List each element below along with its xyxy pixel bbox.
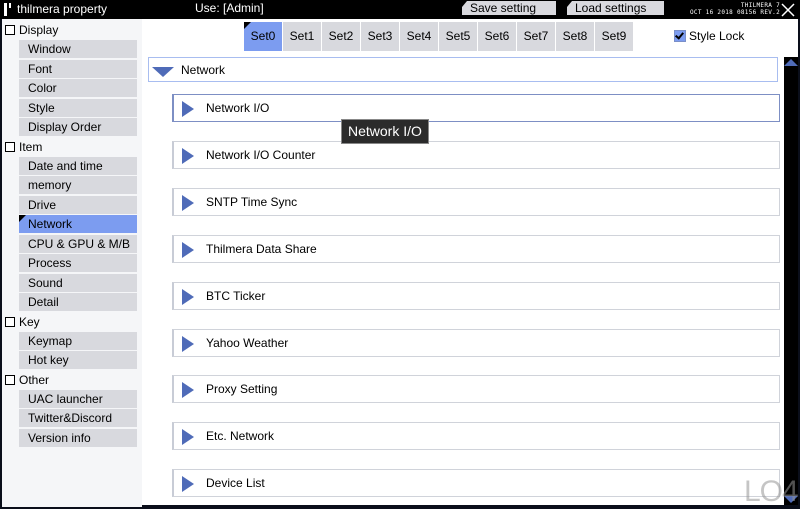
expand-triangle-right-icon — [182, 335, 194, 352]
sidebar-item-style[interactable]: Style — [19, 98, 137, 117]
expand-triangle-right-icon — [182, 382, 194, 399]
tab-set5[interactable]: Set5 — [439, 22, 477, 51]
sidebar-item-uac-launcher[interactable]: UAC launcher — [19, 389, 137, 408]
version-line-2: OCT 16 2018 08156 REV.2 — [690, 9, 780, 16]
sidebar-item-cpu-gpu-m-b[interactable]: CPU & GPU & M/B — [19, 234, 137, 253]
tooltip: Network I/O — [341, 119, 429, 144]
sidebar-item-drive[interactable]: Drive — [19, 195, 137, 214]
sidebar-item-sound[interactable]: Sound — [19, 273, 137, 292]
set-tabs: Set0 Set1 Set2 Set3 Set4 Set5 Set6 Set7 Set8 Set9 — [244, 22, 634, 51]
subsection-network-i-o-counter[interactable]: Network I/O Counter — [172, 140, 780, 169]
tab-set1[interactable]: Set1 — [283, 22, 321, 51]
subsection-label: Network I/O — [206, 101, 270, 115]
sidebar-item-keymap[interactable]: Keymap — [19, 331, 137, 350]
save-setting-button[interactable]: Save setting — [462, 1, 556, 15]
tab-set2[interactable]: Set2 — [322, 22, 360, 51]
tab-set4[interactable]: Set4 — [400, 22, 438, 51]
style-lock-checkbox[interactable]: Style Lock — [674, 29, 744, 43]
version-info: THILMERA 7 OCT 16 2018 08156 REV.2 — [686, 2, 780, 16]
category-checkbox-icon[interactable] — [5, 316, 15, 327]
subsection-etc-network[interactable]: Etc. Network — [172, 422, 780, 451]
category-checkbox-icon[interactable] — [5, 25, 15, 35]
expand-triangle-right-icon — [182, 194, 194, 211]
sidebar-item-date-and-time[interactable]: Date and time — [19, 156, 137, 175]
subsection-label: Yahoo Weather — [206, 335, 289, 350]
subsection-label: Etc. Network — [206, 429, 275, 444]
subsection-btc-ticker[interactable]: BTC Ticker — [172, 281, 780, 310]
title-bar: thilmera property Use: [Admin] Save sett… — [0, 0, 800, 19]
subsection-label: Device List — [206, 476, 265, 491]
user-label: Use: [Admin] — [195, 1, 264, 15]
sidebar-item-hot-key[interactable]: Hot key — [19, 351, 137, 369]
subsection-label: BTC Ticker — [206, 288, 266, 303]
tab-set6[interactable]: Set6 — [478, 22, 516, 51]
tab-set0[interactable]: Set0 — [244, 22, 282, 51]
subsection-thilmera-data-share[interactable]: Thilmera Data Share — [172, 234, 780, 263]
watermark-logo: LO4D.com — [744, 475, 800, 509]
category-label: Other — [19, 372, 50, 387]
category-label: Display — [19, 23, 59, 37]
vertical-scrollbar[interactable] — [784, 57, 798, 505]
scroll-track[interactable] — [784, 68, 798, 488]
subsection-label: Thilmera Data Share — [206, 241, 317, 256]
expand-triangle-right-icon — [182, 147, 194, 164]
sidebar-item-version-info[interactable]: Version info — [19, 428, 137, 447]
scroll-up-arrow-icon[interactable] — [784, 59, 798, 66]
expand-triangle-right-icon — [182, 476, 194, 493]
subsection-label: Network I/O Counter — [206, 147, 316, 162]
expand-triangle-down-icon — [152, 67, 174, 77]
subsection-proxy-setting[interactable]: Proxy Setting — [172, 375, 780, 404]
window-content: Display Window Font Color Style Display Order… — [2, 19, 800, 508]
version-line-1: THILMERA 7 — [740, 2, 780, 9]
subsection-device-list[interactable]: Device List — [172, 469, 780, 498]
style-lock-label: Style Lock — [689, 29, 745, 43]
section-header-network[interactable]: Network — [148, 57, 778, 82]
sidebar-item-display-order[interactable]: Display Order — [19, 118, 137, 136]
tab-set8[interactable]: Set8 — [556, 22, 594, 51]
expand-triangle-right-icon — [182, 241, 194, 258]
sidebar: Display Window Font Color Style Display Order… — [2, 19, 142, 507]
app-logo-icon — [4, 3, 13, 16]
subsection-network-i-o[interactable]: Network I/O — [172, 94, 780, 122]
category-checkbox-icon[interactable] — [5, 374, 15, 385]
sidebar-category-key[interactable]: Key — [2, 313, 142, 332]
subsection-sntp-time-sync[interactable]: SNTP Time Sync — [172, 187, 780, 216]
sidebar-item-memory[interactable]: memory — [19, 176, 137, 194]
checkbox-checked-icon[interactable] — [674, 30, 686, 42]
expand-triangle-right-icon — [182, 288, 194, 305]
category-checkbox-icon[interactable] — [5, 141, 15, 152]
subsection-label: SNTP Time Sync — [206, 194, 298, 209]
sidebar-category-display[interactable]: Display — [2, 21, 142, 40]
close-icon[interactable] — [780, 2, 796, 18]
sidebar-item-color[interactable]: Color — [19, 79, 137, 97]
sidebar-item-window[interactable]: Window — [19, 40, 137, 58]
sidebar-item-detail[interactable]: Detail — [19, 293, 137, 311]
watermark-text: LO4D — [744, 475, 800, 508]
load-settings-button[interactable]: Load settings — [567, 1, 664, 15]
section-title: Network — [181, 63, 226, 77]
subsection-label: Proxy Setting — [206, 382, 278, 397]
tab-set9[interactable]: Set9 — [595, 22, 633, 51]
main-panel: Set0 Set1 Set2 Set3 Set4 Set5 Set6 Set7 Set8 Set9… — [144, 19, 800, 508]
expand-triangle-right-icon — [182, 101, 194, 117]
sidebar-category-item[interactable]: Item — [2, 138, 142, 157]
sidebar-category-other[interactable]: Other — [2, 371, 142, 390]
expand-triangle-right-icon — [182, 429, 194, 446]
window-title: thilmera property — [17, 2, 108, 16]
sidebar-item-font[interactable]: Font — [19, 59, 137, 78]
sidebar-item-network[interactable]: Network — [19, 215, 137, 233]
sidebar-item-twitter-discord[interactable]: Twitter&Discord — [19, 409, 137, 427]
tab-set7[interactable]: Set7 — [517, 22, 555, 51]
tab-set3[interactable]: Set3 — [361, 22, 399, 51]
category-label: Key — [19, 314, 40, 329]
sidebar-item-process[interactable]: Process — [19, 254, 137, 272]
subsection-yahoo-weather[interactable]: Yahoo Weather — [172, 328, 780, 357]
category-label: Item — [19, 139, 43, 154]
